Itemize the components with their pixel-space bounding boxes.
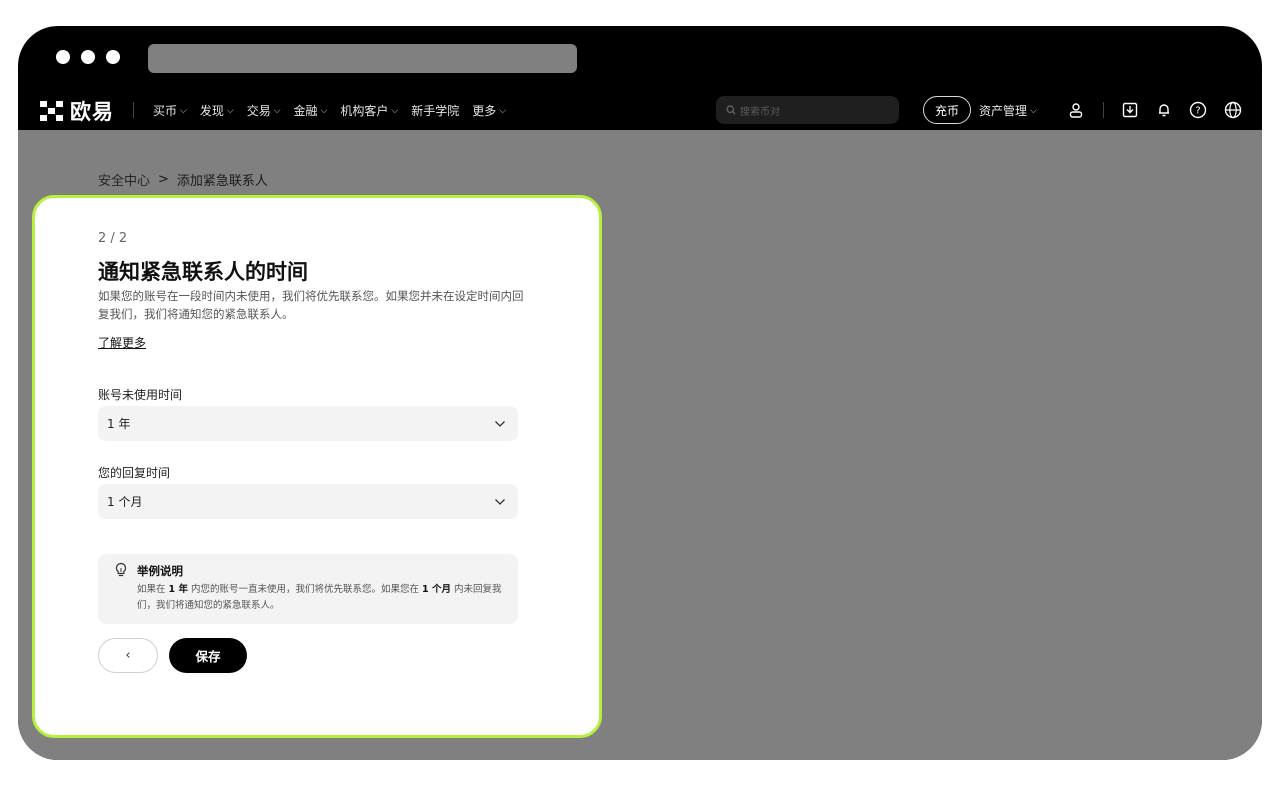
- description: 如果您的账号在一段时间内未使用，我们将优先联系您。如果您并未在设定时间内回复我们…: [98, 289, 524, 321]
- search-input[interactable]: 搜索币对: [716, 96, 899, 124]
- brand-name: 欧易: [70, 100, 114, 124]
- nav-item-trade[interactable]: 交易 ⌵: [247, 102, 281, 119]
- browser-window: 欧易 买币 ⌵ 发现 ⌵ 交易 ⌵ 金融 ⌵ 机构客户 ⌵ 新手学院 更多 ⌵ 搜索币对 充…: [18, 26, 1262, 760]
- chevron-down-icon: [495, 498, 505, 505]
- example-text: 如果在 1 年 内您的账号一直未使用，我们将优先联系您。如果您在 1 个月 内未…: [137, 582, 507, 614]
- page-content: 安全中心 > 添加紧急联系人 2 / 2 通知紧急联系人的时间 如果您的账号在一…: [18, 130, 1262, 760]
- globe-icon[interactable]: [1223, 100, 1243, 120]
- chevron-down-icon: ⌵: [320, 105, 328, 116]
- chevron-down-icon: [495, 420, 505, 427]
- emergency-contact-card: 2 / 2 通知紧急联系人的时间 如果您的账号在一段时间内未使用，我们将优先联系…: [32, 195, 602, 738]
- chevron-down-icon: ⌵: [226, 105, 234, 116]
- back-button[interactable]: ‹: [98, 638, 158, 673]
- nav-menu: 买币 ⌵ 发现 ⌵ 交易 ⌵ 金融 ⌵ 机构客户 ⌵ 新手学院 更多 ⌵: [153, 102, 519, 119]
- svg-text:?: ?: [1195, 106, 1200, 117]
- nav-label: 新手学院: [411, 104, 460, 118]
- search-icon: [726, 105, 736, 115]
- chevron-down-icon: ⌵: [391, 105, 399, 116]
- nav-label: 交易: [246, 104, 271, 118]
- deposit-button[interactable]: 充币: [923, 96, 971, 124]
- breadcrumb-parent[interactable]: 安全中心: [98, 170, 150, 189]
- download-icon[interactable]: [1120, 100, 1140, 120]
- page-title: 通知紧急联系人的时间: [98, 260, 308, 284]
- nav-item-discover[interactable]: 发现 ⌵: [200, 102, 234, 119]
- chevron-down-icon: ⌵: [499, 105, 507, 116]
- nav-label: 买币: [153, 104, 178, 118]
- chevron-down-icon: ⌵: [180, 105, 187, 116]
- chevron-down-icon: ⌵: [273, 105, 281, 116]
- inactive-period-value: 1 年: [107, 417, 131, 431]
- breadcrumb: 安全中心 > 添加紧急联系人: [98, 170, 268, 189]
- chevron-down-icon: ⌵: [1030, 105, 1037, 116]
- nav-item-institutional[interactable]: 机构客户 ⌵: [340, 102, 398, 119]
- nav-item-finance[interactable]: 金融 ⌵: [294, 102, 328, 119]
- window-maximize-dot[interactable]: [106, 50, 120, 64]
- breadcrumb-current: 添加紧急联系人: [176, 174, 268, 189]
- step-indicator: 2 / 2: [98, 231, 128, 246]
- top-navigation: 欧易 买币 ⌵ 发现 ⌵ 交易 ⌵ 金融 ⌵ 机构客户 ⌵ 新手学院 更多 ⌵ 搜索币对 充…: [18, 90, 1262, 130]
- nav-item-more[interactable]: 更多 ⌵: [472, 102, 506, 119]
- example-box: 举例说明 如果在 1 年 内您的账号一直未使用，我们将优先联系您。如果您在 1 …: [98, 554, 518, 624]
- brand-logo[interactable]: 欧易: [40, 96, 114, 126]
- inactive-period-label: 账号未使用时间: [98, 388, 183, 402]
- nav-label: 发现: [199, 104, 224, 118]
- nav-label: 机构客户: [340, 104, 389, 118]
- nav-label: 金融: [293, 104, 318, 118]
- example-text-part: 如果在: [137, 584, 166, 595]
- logo-icon: [40, 101, 63, 121]
- example-reply-value: 1 个月: [422, 584, 451, 595]
- window-controls: [56, 50, 120, 64]
- nav-item-buy[interactable]: 买币 ⌵: [153, 102, 187, 119]
- example-inactive-value: 1 年: [168, 584, 188, 595]
- help-icon[interactable]: ?: [1188, 100, 1208, 120]
- search-placeholder: 搜索币对: [740, 106, 780, 118]
- divider: [133, 102, 134, 118]
- address-bar[interactable]: [148, 44, 577, 73]
- learn-more-link[interactable]: 了解更多: [98, 334, 146, 351]
- nav-label: 更多: [472, 104, 497, 118]
- lightbulb-icon: [115, 562, 127, 577]
- bell-icon[interactable]: [1154, 100, 1174, 120]
- example-text-part: 内您的账号一直未使用，我们将优先联系您。如果您在: [191, 584, 420, 595]
- save-button[interactable]: 保存: [169, 638, 247, 673]
- reply-period-select[interactable]: 1 个月: [98, 484, 518, 519]
- breadcrumb-separator: >: [158, 172, 169, 187]
- reply-period-label: 您的回复时间: [98, 466, 171, 480]
- assets-menu[interactable]: 资产管理 ⌵: [979, 102, 1037, 119]
- window-minimize-dot[interactable]: [81, 50, 95, 64]
- user-icon[interactable]: [1066, 100, 1086, 120]
- example-title: 举例说明: [137, 564, 183, 578]
- divider: [1103, 102, 1104, 118]
- inactive-period-select[interactable]: 1 年: [98, 406, 518, 441]
- nav-item-academy[interactable]: 新手学院: [411, 102, 459, 119]
- reply-period-value: 1 个月: [107, 495, 143, 509]
- window-close-dot[interactable]: [56, 50, 70, 64]
- assets-label: 资产管理: [979, 104, 1028, 118]
